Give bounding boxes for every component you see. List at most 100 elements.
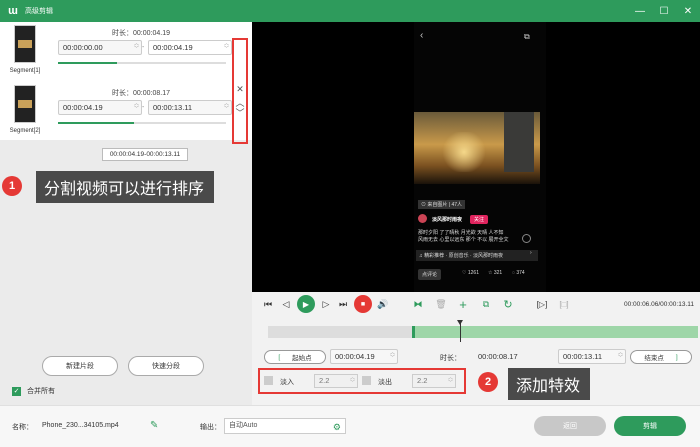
spin-icon[interactable]: ︿ ﹀ (134, 42, 139, 52)
delete-segment-icon[interactable]: ✕ (234, 84, 246, 95)
fade-in-checkbox[interactable] (264, 376, 273, 385)
fade-out-value: 2.2 (417, 376, 428, 385)
frame-select-icon[interactable]: [□] (556, 296, 572, 312)
play-button[interactable]: ▶ (297, 295, 315, 313)
maximize-button[interactable]: ☐ (652, 0, 676, 22)
fade-out-input[interactable]: 2.2 ︿ ﹀ (412, 374, 456, 388)
duration-value: 00:00:08.17 (478, 352, 518, 361)
fade-in-input[interactable]: 2.2 ︿ ﹀ (314, 374, 358, 388)
segment-range-tooltip: 00:00:04.19-00:00:13.11 (102, 148, 188, 161)
segment-name: Segment[2] (9, 128, 41, 134)
video-frame (414, 112, 540, 184)
minimize-button[interactable]: — (628, 0, 652, 22)
add-icon[interactable]: + (455, 296, 471, 312)
start-time-input[interactable]: 00:00:04.19 ︿ ﹀ (330, 349, 398, 364)
playhead[interactable] (457, 320, 463, 342)
image-tag: ⊙ 来自图片 | 47人 (418, 200, 466, 209)
fade-in-value: 2.2 (319, 376, 330, 385)
output-select[interactable]: 自动Auto ⚙ (224, 418, 346, 434)
fade-effects: 淡入 2.2 ︿ ﹀ 淡出 2.2 ︿ ﹀ (258, 368, 466, 394)
set-start-button[interactable]: [起始点 (264, 350, 326, 364)
new-segment-button[interactable]: 新建片段 (42, 356, 118, 376)
end-time-value: 00:00:13.11 (563, 352, 603, 361)
spin-icon[interactable]: ︿ ﹀ (134, 102, 139, 112)
spin-icon[interactable]: ︿ ﹀ (448, 376, 453, 386)
checkbox-checked-icon[interactable]: ✓ (12, 386, 21, 396)
segment-panel: Segment[1] 时长：00:00:04.19 00:00:00.00 ︿ ﹀ … (0, 22, 252, 405)
close-button[interactable]: ✕ (676, 0, 700, 22)
spin-icon[interactable]: ︿ ﹀ (224, 102, 229, 112)
segment-end-input[interactable]: 00:00:13.11 ︿ ﹀ (148, 100, 232, 115)
segment-duration: 时长：00:00:08.17 (112, 90, 170, 97)
comment-input: 点评论 (418, 269, 442, 280)
start-time-value: 00:00:04.19 (335, 352, 375, 361)
segment-item[interactable]: Segment[1] 时长：00:00:04.19 00:00:00.00 ︿ ﹀ … (0, 22, 232, 78)
timeline-track[interactable] (268, 326, 698, 338)
favorite-count: ☆ 321 (488, 270, 503, 276)
chevron-right-icon: › (530, 250, 532, 256)
segment-thumbnail (14, 85, 36, 123)
range-separator: - (142, 104, 145, 111)
volume-icon[interactable]: 🔊 (375, 296, 391, 312)
stop-button[interactable]: ■ (354, 295, 372, 313)
fade-out-checkbox[interactable] (362, 376, 371, 385)
back-button[interactable]: 返回 (534, 416, 606, 436)
avatar (418, 214, 427, 223)
share-icon: ⧉ (524, 32, 530, 41)
settings-gear-icon[interactable]: ⚙ (333, 420, 341, 434)
back-arrow-icon: ‹ (420, 30, 424, 41)
next-frame-icon[interactable]: ▷ (318, 296, 334, 312)
window-controls: — ☐ ✕ (628, 0, 700, 22)
segment-progress-fill (58, 122, 134, 124)
set-end-button[interactable]: 结束点] (630, 350, 692, 364)
spin-icon[interactable]: ︿ ﹀ (390, 351, 395, 361)
timeline-selection[interactable] (412, 326, 698, 338)
username: 淡风那时雨夜 (432, 217, 463, 223)
segment-end-value: 00:00:04.19 (153, 43, 193, 52)
fade-out-label: 淡出 (378, 379, 392, 386)
segment-start-value: 00:00:04.19 (63, 103, 103, 112)
window-title: 高级剪辑 (25, 8, 53, 15)
spin-icon[interactable]: ︿ ﹀ (350, 376, 355, 386)
merge-all-label: 合并所有 (27, 388, 55, 395)
trim-row: [起始点 00:00:04.19 ︿ ﹀ 时长： 00:00:08.17 00:00… (264, 348, 692, 366)
segment-end-input[interactable]: 00:00:04.19 ︿ ﹀ (148, 40, 232, 55)
skip-to-start-icon[interactable]: ⏮ (260, 296, 276, 312)
segment-progress (58, 62, 226, 64)
frame-preview-icon[interactable]: [▷] (534, 296, 550, 312)
caption-line: 那时夕阳 了了晴秋 月光欲 天晴 人不知 (418, 230, 504, 236)
playback-time: 00:00:06.06/00:00:13.11 (624, 301, 694, 308)
follow-button: 关注 (470, 215, 489, 224)
segment-start-input[interactable]: 00:00:04.19 ︿ ﹀ (58, 100, 142, 115)
segment-end-value: 00:00:13.11 (153, 103, 193, 112)
reset-icon[interactable]: ↻ (500, 296, 516, 312)
output-value: 自动Auto (229, 422, 258, 429)
set-marker-icon[interactable]: ⏭ (335, 296, 351, 312)
set-end-label: 结束点 (644, 355, 664, 362)
file-name: Phone_230...34105.mp4 (42, 422, 119, 429)
like-count: ♡ 1261 (462, 270, 479, 276)
segment-duration: 时长：00:00:04.19 (112, 30, 170, 37)
delete-icon[interactable]: 🗑 (433, 296, 449, 312)
callout-effects-hint: 添加特效 (508, 368, 591, 400)
phone-screen: ‹ ⧉ ⊙ 来自图片 | 47人 淡风那时雨夜 关注 那时夕阳 了了晴秋 月光欲… (414, 22, 546, 292)
cut-button[interactable]: 剪辑 (614, 416, 686, 436)
spin-icon[interactable]: ︿ ﹀ (224, 42, 229, 52)
previous-frame-icon[interactable]: ◁ (278, 296, 294, 312)
split-icon[interactable]: ⧓ (410, 296, 426, 312)
spin-icon[interactable]: ︿ ﹀ (618, 351, 623, 361)
copy-icon[interactable]: ⧉ (478, 296, 494, 312)
merge-all-option[interactable]: ✓ 合并所有 (12, 386, 55, 396)
quick-split-button[interactable]: 快速分段 (128, 356, 204, 376)
caption-line: 风雨无去 心里以远东 那个 不以 展开全文 (418, 237, 509, 243)
duration-label: 时长： (440, 355, 461, 362)
edit-name-icon[interactable]: ✎ (150, 420, 158, 431)
end-time-input[interactable]: 00:00:13.11 ︿ ﹀ (558, 349, 626, 364)
video-preview: ‹ ⧉ ⊙ 来自图片 | 47人 淡风那时雨夜 关注 那时夕阳 了了晴秋 月光欲… (252, 22, 700, 292)
callout-number-badge: 2 (478, 372, 498, 392)
segment-item[interactable]: Segment[2] 时长：00:00:08.17 00:00:04.19 ︿ ﹀ … (0, 82, 232, 138)
segment-thumbnail (14, 25, 36, 63)
callout-text: 添加特效 (516, 378, 581, 395)
segment-start-input[interactable]: 00:00:00.00 ︿ ﹀ (58, 40, 142, 55)
move-down-icon[interactable]: ﹀ (234, 106, 246, 119)
